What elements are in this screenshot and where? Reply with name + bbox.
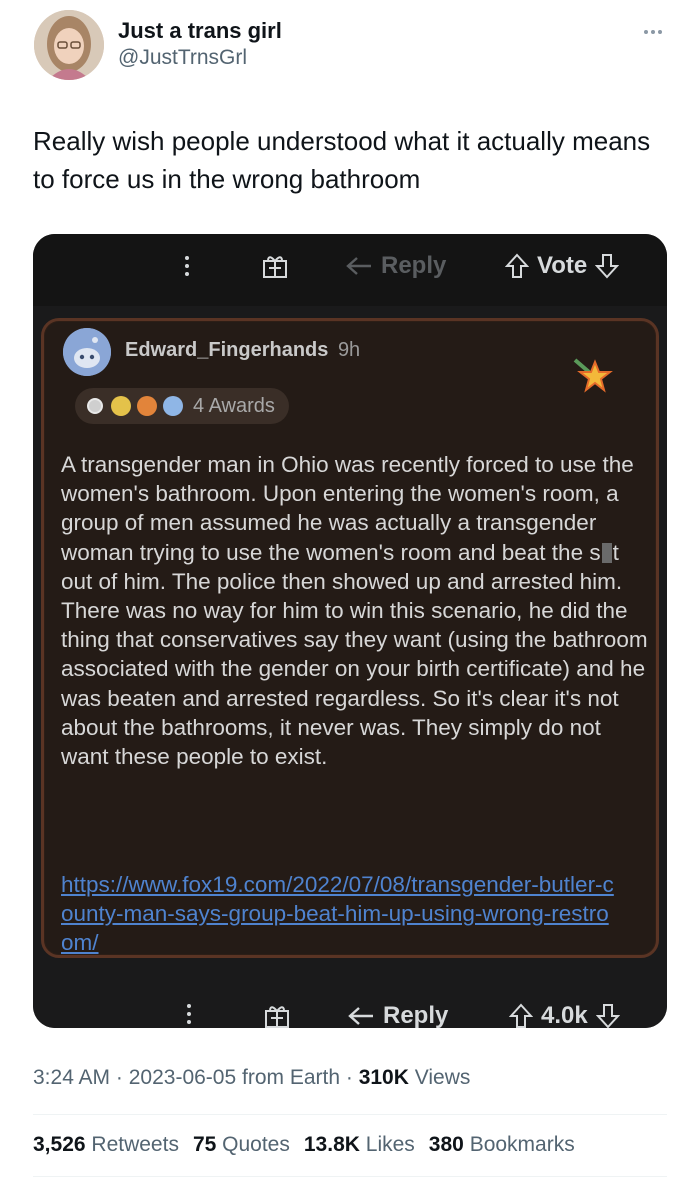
awards-badge: 4 Awards [75, 388, 289, 424]
quotes-stat[interactable]: 75 Quotes [193, 1133, 290, 1157]
views-count: 310K [358, 1066, 409, 1089]
top-vote-action: Vote [505, 252, 620, 280]
tweet-source: from Earth [242, 1066, 341, 1089]
upvote-arrow-icon [505, 253, 529, 278]
tweet-date[interactable]: 2023-06-05 [129, 1066, 236, 1089]
commenter-name: Edward_Fingerhands 9h [125, 339, 360, 362]
upvote-arrow-icon [509, 1003, 533, 1028]
author-name[interactable]: Just a trans girl [118, 18, 282, 44]
reply-arrow-icon [346, 257, 371, 275]
retweets-label: Retweets [91, 1133, 179, 1156]
likes-label: Likes [365, 1133, 415, 1156]
reply-arrow-icon [348, 1007, 373, 1025]
silver-award-icon [85, 396, 105, 416]
meta-separator: · [345, 1066, 359, 1089]
author-handle[interactable]: @JustTrnsGrl [118, 44, 282, 72]
tweet-text: Really wish people understood what it ac… [33, 126, 651, 194]
comment-body-part1: A transgender man in Ohio was recently f… [61, 452, 634, 565]
engagement-stats: 3,526 Retweets 75 Quotes 13.8K Likes 380… [33, 1133, 575, 1157]
comment-body: A transgender man in Ohio was recently f… [61, 450, 651, 771]
star-award-icon [573, 358, 613, 393]
commenter-avatar [63, 328, 111, 376]
tweet-meta: 3:24 AM · 2023-06-05 from Earth · 310K V… [33, 1066, 470, 1090]
fire-award-icon [137, 396, 157, 416]
censor-mark [601, 542, 612, 563]
retweets-count: 3,526 [33, 1133, 86, 1156]
quotes-label: Quotes [222, 1133, 290, 1156]
bottom-vote-action: 4.0k [509, 1002, 620, 1028]
tweet-media-image[interactable]: Reply Vote Edward_Fingerhands 9h 4 Award… [33, 234, 667, 1028]
top-reply-label: Reply [381, 252, 447, 279]
meta-separator: · [115, 1066, 129, 1089]
snoo-avatar-icon [63, 328, 111, 376]
views-label: Views [414, 1066, 471, 1089]
more-options-icon[interactable] [638, 22, 668, 42]
author-info: Just a trans girl @JustTrnsGrl [118, 18, 282, 72]
retweets-stat[interactable]: 3,526 Retweets [33, 1133, 179, 1157]
bookmarks-label: Bookmarks [469, 1133, 575, 1156]
bottom-vote-count: 4.0k [541, 1002, 588, 1028]
awards-count: 4 Awards [193, 394, 275, 417]
downvote-arrow-icon [595, 254, 620, 279]
sparkle-award-icon [163, 396, 183, 416]
tweet-time[interactable]: 3:24 AM [33, 1066, 110, 1089]
bottom-more-icon [187, 1004, 191, 1024]
top-more-icon [185, 256, 189, 276]
comment-body-part2: t out of him. The police then showed up … [61, 539, 648, 770]
downvote-arrow-icon [595, 1004, 620, 1028]
likes-stat[interactable]: 13.8K Likes [304, 1133, 415, 1157]
top-gift-icon [263, 256, 287, 278]
divider [33, 1176, 667, 1177]
bookmarks-count: 380 [428, 1133, 464, 1156]
bottom-reply-label: Reply [383, 1002, 449, 1028]
comment-time: 9h [337, 339, 361, 361]
news-link[interactable]: https://www.fox19.com/2022/07/08/transge… [61, 870, 621, 957]
divider [33, 1114, 667, 1115]
bottom-reply-action: Reply [347, 1002, 448, 1028]
commenter-username: Edward_Fingerhands [125, 339, 329, 361]
likes-count: 13.8K [303, 1133, 360, 1156]
bookmarks-stat[interactable]: 380 Bookmarks [429, 1133, 575, 1157]
quotes-count: 75 [192, 1133, 217, 1156]
gold-award-icon [111, 396, 131, 416]
top-reply-action: Reply [345, 252, 446, 280]
top-vote-label: Vote [537, 252, 588, 279]
avatar-photo [34, 10, 104, 80]
author-avatar[interactable] [34, 10, 104, 80]
bottom-gift-icon [265, 1006, 289, 1028]
